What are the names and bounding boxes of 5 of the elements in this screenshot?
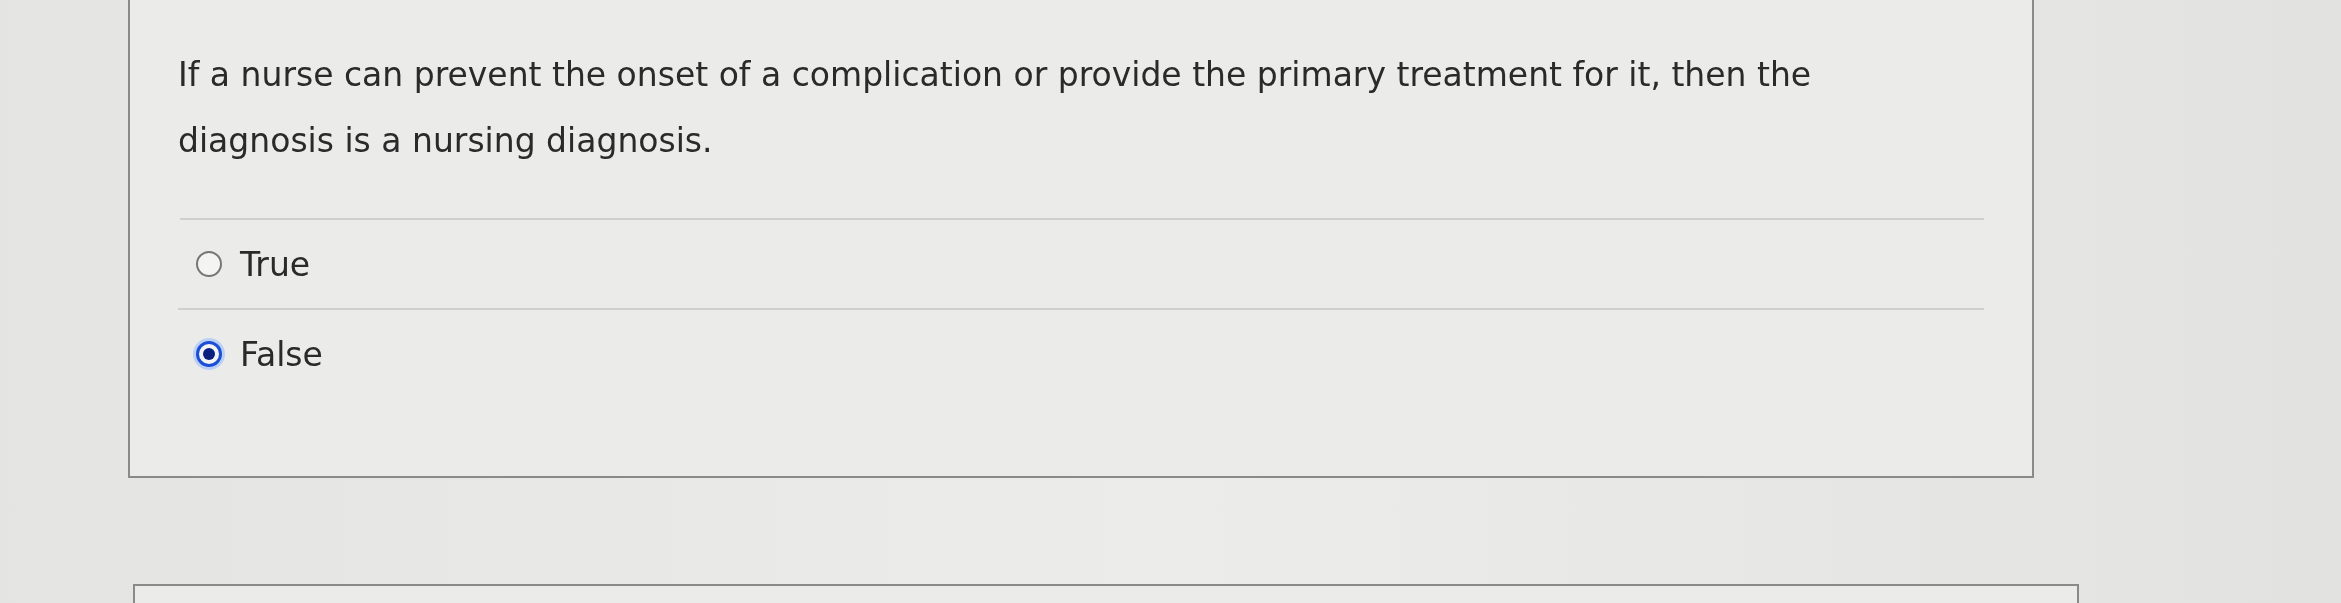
radio-button[interactable]: [196, 251, 222, 277]
option-label: True: [240, 244, 311, 284]
question-text: If a nurse can prevent the onset of a complication or provide the primary treatment for it, then the diagnosis is a nursing diagnosis.: [178, 54, 1813, 162]
radio-button[interactable]: [196, 341, 222, 367]
option-label: False: [240, 334, 323, 374]
